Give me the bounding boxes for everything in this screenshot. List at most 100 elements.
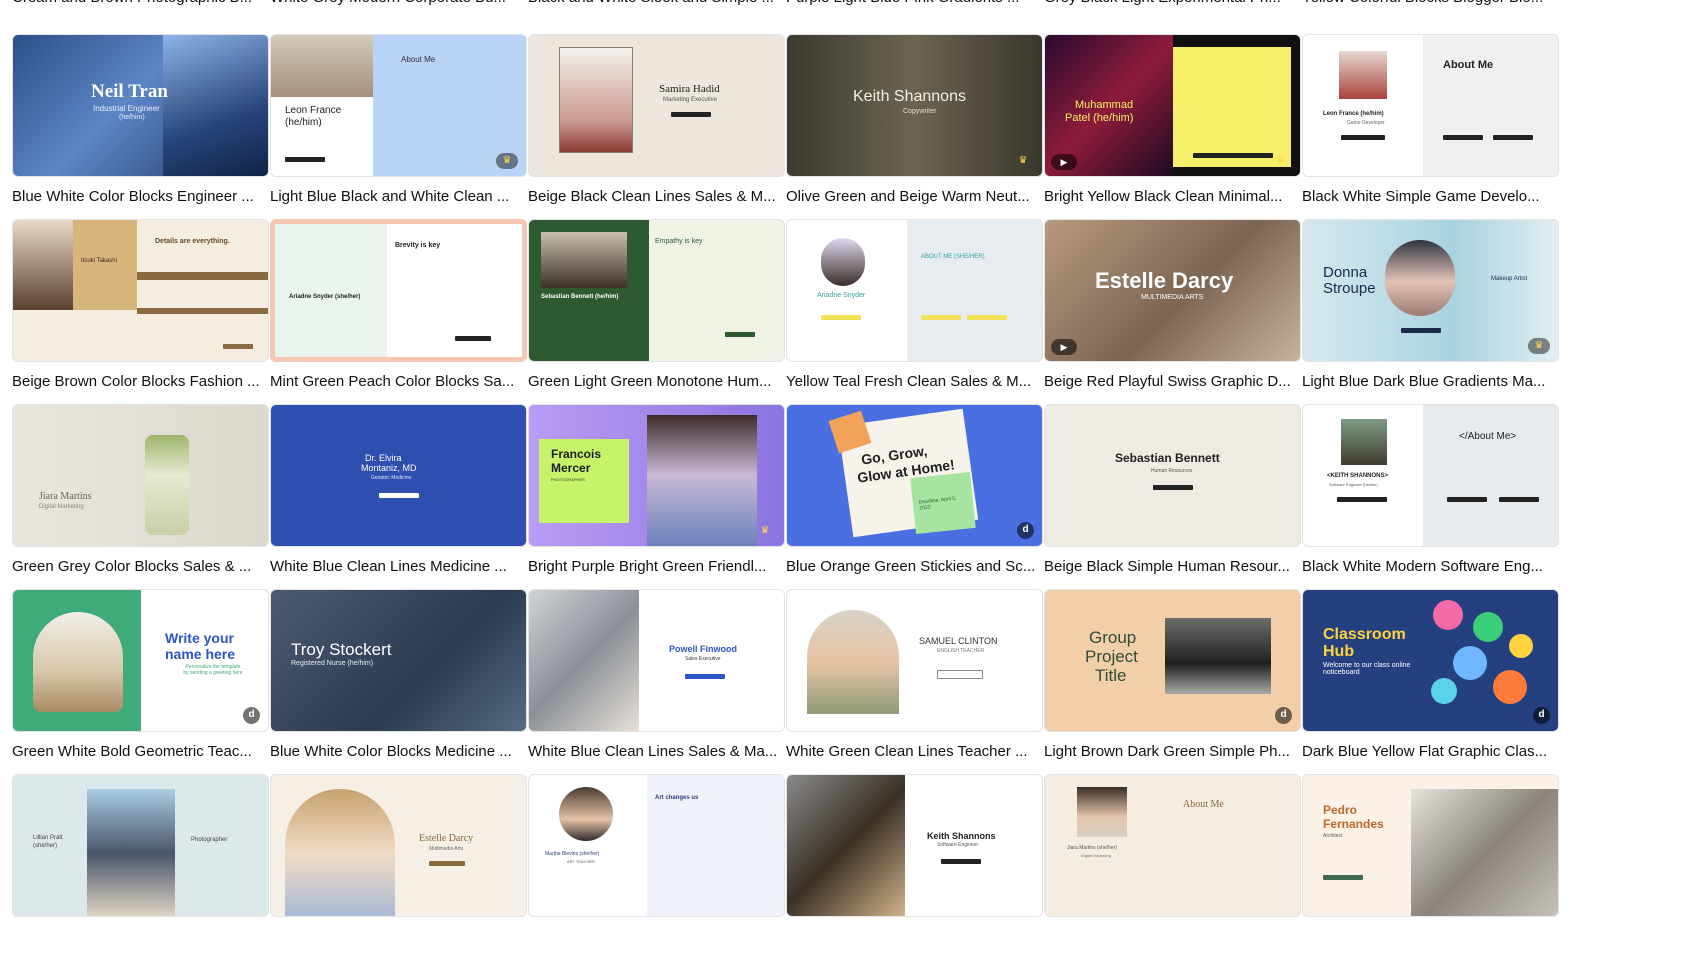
thumb-heading: About Me — [1443, 59, 1494, 71]
template-title[interactable]: Beige Red Playful Swiss Graphic D... — [1044, 372, 1304, 392]
template-title[interactable]: Green Light Green Monotone Hum... — [528, 372, 788, 392]
play-icon: ▶ — [1051, 339, 1077, 355]
thumb-heading: Art changes us — [655, 795, 699, 801]
template-title[interactable]: Light Blue Black and White Clean ... — [270, 187, 530, 207]
template-thumbnail[interactable]: Dr. Elvira Montaniz, MD Geriatric Medici… — [270, 404, 527, 547]
template-thumbnail[interactable]: Keith Shannons Copywriter ♛ — [786, 34, 1043, 177]
template-title[interactable]: Beige Black Clean Lines Sales & M... — [528, 187, 788, 207]
template-title[interactable]: Blue White Color Blocks Engineer ... — [12, 187, 272, 207]
template-title[interactable]: White Blue Clean Lines Medicine ... — [270, 557, 530, 577]
template-thumbnail[interactable]: About Me Leon France (he/him) ♛ — [270, 34, 527, 177]
thumb-caption: PHOTOGRAPHER — [551, 477, 585, 482]
template-title[interactable]: Beige Black Simple Human Resour... — [1044, 557, 1304, 577]
portrait-photo — [807, 610, 899, 714]
thumb-button — [1323, 875, 1363, 880]
thumb-subtitle: Hub — [1323, 643, 1355, 660]
template-thumbnail[interactable]: Troy Stockert Registered Nurse (he/him) — [270, 589, 527, 732]
thumb-heading: About Me — [401, 55, 436, 64]
template-thumbnail[interactable]: About Me Leon France (he/him) Game Devel… — [1302, 34, 1559, 177]
template-title[interactable]: Grey Black Light Experimental Ph... — [1044, 0, 1304, 8]
template-thumbnail[interactable]: Muhammad Patel (he/him) ▶ ♛ — [1044, 34, 1301, 177]
portrait-photo — [1339, 51, 1387, 99]
premium-crown-icon: ♛ — [1528, 338, 1550, 354]
template-thumbnail[interactable]: Neil Tran Industrial Engineer (he/him) — [12, 34, 269, 177]
thumb-subtitle: Copywriter — [903, 108, 937, 115]
portrait-photo — [1385, 240, 1455, 316]
template-title[interactable]: Black and White Sleek and Simple ... — [528, 0, 788, 8]
people-photo — [647, 415, 757, 546]
portrait-photo — [541, 232, 627, 288]
thumb-button — [685, 674, 725, 679]
template-thumbnail[interactable]: Estelle Darcy Multimedia Arts — [270, 774, 527, 917]
template-thumbnail[interactable]: Powell Finwood Sales Executive — [528, 589, 785, 732]
template-title[interactable]: Yellow Teal Fresh Clean Sales & M... — [786, 372, 1046, 392]
thumb-subtitle: Game Developer — [1347, 120, 1385, 126]
template-title[interactable]: Light Brown Dark Green Simple Ph... — [1044, 742, 1304, 762]
template-thumbnail[interactable]: Brevity is key Ariadne Snyder (she/her) — [270, 219, 527, 362]
template-title[interactable]: White Blue Clean Lines Sales & Ma... — [528, 742, 788, 762]
template-title[interactable]: Dark Blue Yellow Flat Graphic Clas... — [1302, 742, 1562, 762]
thumb-subtitle: Multimedia Arts — [429, 846, 464, 852]
template-thumbnail[interactable]: Art changes us Martha Blevins (she/her) … — [528, 774, 785, 917]
portrait-photo — [1077, 787, 1127, 837]
template-thumbnail[interactable]: Donna Stroupe Makeup Artist ♛ — [1302, 219, 1559, 362]
template-thumbnail[interactable]: Go, Grow, Glow at Home! Deadline: April … — [786, 404, 1043, 547]
template-thumbnail[interactable]: Sebastian Bennett Human Resources — [1044, 404, 1301, 547]
template-thumbnail[interactable]: Francois Mercer PHOTOGRAPHER ♛ — [528, 404, 785, 547]
template-title[interactable]: Beige Brown Color Blocks Fashion ... — [12, 372, 272, 392]
template-title[interactable]: Black White Modern Software Eng... — [1302, 557, 1562, 577]
template-thumbnail[interactable]: Details are everything. Itsuki Takashi — [12, 219, 269, 362]
portrait-photo — [1341, 419, 1387, 465]
template-thumbnail[interactable]: Estelle Darcy MULTIMEDIA ARTS ▶ — [1044, 219, 1301, 362]
template-title[interactable]: Yellow Colorful Blocks Blogger Blo... — [1302, 0, 1562, 8]
thumb-title: Martha Blevins (she/her) — [545, 851, 600, 857]
template-title[interactable]: Black White Simple Game Develo... — [1302, 187, 1562, 207]
portrait-photo — [559, 787, 613, 841]
template-thumbnail[interactable]: Samira Hadid Marketing Executive — [528, 34, 785, 177]
thumb-caption: Personalize the template by sending a gr… — [183, 664, 243, 676]
thumb-title: Itsuki Takashi — [81, 258, 117, 264]
designer-icon: d — [1017, 522, 1034, 539]
template-title[interactable]: Olive Green and Beige Warm Neut... — [786, 187, 1046, 207]
template-title[interactable]: Bright Purple Bright Green Friendl... — [528, 557, 788, 577]
template-title[interactable]: Purple Light Blue Pink Gradients ... — [786, 0, 1046, 8]
template-title[interactable]: White Grey Modern Corporate Bu... — [270, 0, 530, 8]
template-thumbnail[interactable]: Classroom Hub Welcome to our class onlin… — [1302, 589, 1559, 732]
template-thumbnail[interactable]: Group Project Title d — [1044, 589, 1301, 732]
template-thumbnail[interactable]: ABOUT ME (SHE/HER) Ariadne Snyder — [786, 219, 1043, 362]
thumb-title: Keith Shannons — [927, 831, 996, 841]
template-title[interactable]: Green White Bold Geometric Teac... — [12, 742, 272, 762]
template-title[interactable]: Mint Green Peach Color Blocks Sa... — [270, 372, 530, 392]
thumb-title: SAMUEL CLINTON — [919, 636, 998, 646]
thumb-caption: Welcome to our class online noticeboard — [1323, 662, 1411, 676]
template-title[interactable]: Bright Yellow Black Clean Minimal... — [1044, 187, 1304, 207]
template-thumbnail[interactable]: Pedro Fernandes Architect — [1302, 774, 1559, 917]
thumb-title: Ariadne Snyder — [817, 292, 866, 299]
template-thumbnail[interactable]: Lillian Pratt (she/her) Photographer — [12, 774, 269, 917]
thumb-button — [429, 861, 465, 866]
template-title[interactable]: Green Grey Color Blocks Sales & ... — [12, 557, 272, 577]
template-title[interactable]: Light Blue Dark Blue Gradients Ma... — [1302, 372, 1562, 392]
template-thumbnail[interactable]: SAMUEL CLINTON ENGLISH TEACHER — [786, 589, 1043, 732]
template-thumbnail[interactable]: Jiara Martins Digital Marketing — [12, 404, 269, 547]
thumb-title: Ariadne Snyder (she/her) — [289, 294, 361, 300]
template-thumbnail[interactable]: </About Me> <KEITH SHANNONS> Software En… — [1302, 404, 1559, 547]
thumb-button — [725, 332, 755, 337]
thumb-button — [1443, 135, 1483, 140]
thumb-title: Powell Finwood — [669, 644, 737, 654]
thumb-button — [937, 670, 983, 679]
template-title[interactable]: Cream and Brown Photographic B... — [12, 0, 272, 8]
template-title[interactable]: White Green Clean Lines Teacher ... — [786, 742, 1046, 762]
building-photo — [163, 35, 268, 176]
thumb-title: Muhammad — [1075, 99, 1134, 111]
thumb-button — [671, 112, 711, 117]
thumb-subtitle: name here — [165, 646, 236, 662]
template-title[interactable]: Blue Orange Green Stickies and Sc... — [786, 557, 1046, 577]
template-thumbnail[interactable]: Sebastian Bennett (he/him) Empathy is ke… — [528, 219, 785, 362]
template-title[interactable]: Blue White Color Blocks Medicine ... — [270, 742, 530, 762]
template-thumbnail[interactable]: Write your name here Personalize the tem… — [12, 589, 269, 732]
template-thumbnail[interactable]: Keith Shannons Software Engineer — [786, 774, 1043, 917]
template-thumbnail[interactable]: About Me Jiara Martins (she/her) Digital… — [1044, 774, 1301, 917]
thumb-subtitle: Industrial Engineer — [93, 104, 160, 113]
thumb-title: Jiara Martins (she/her) — [1067, 845, 1118, 851]
